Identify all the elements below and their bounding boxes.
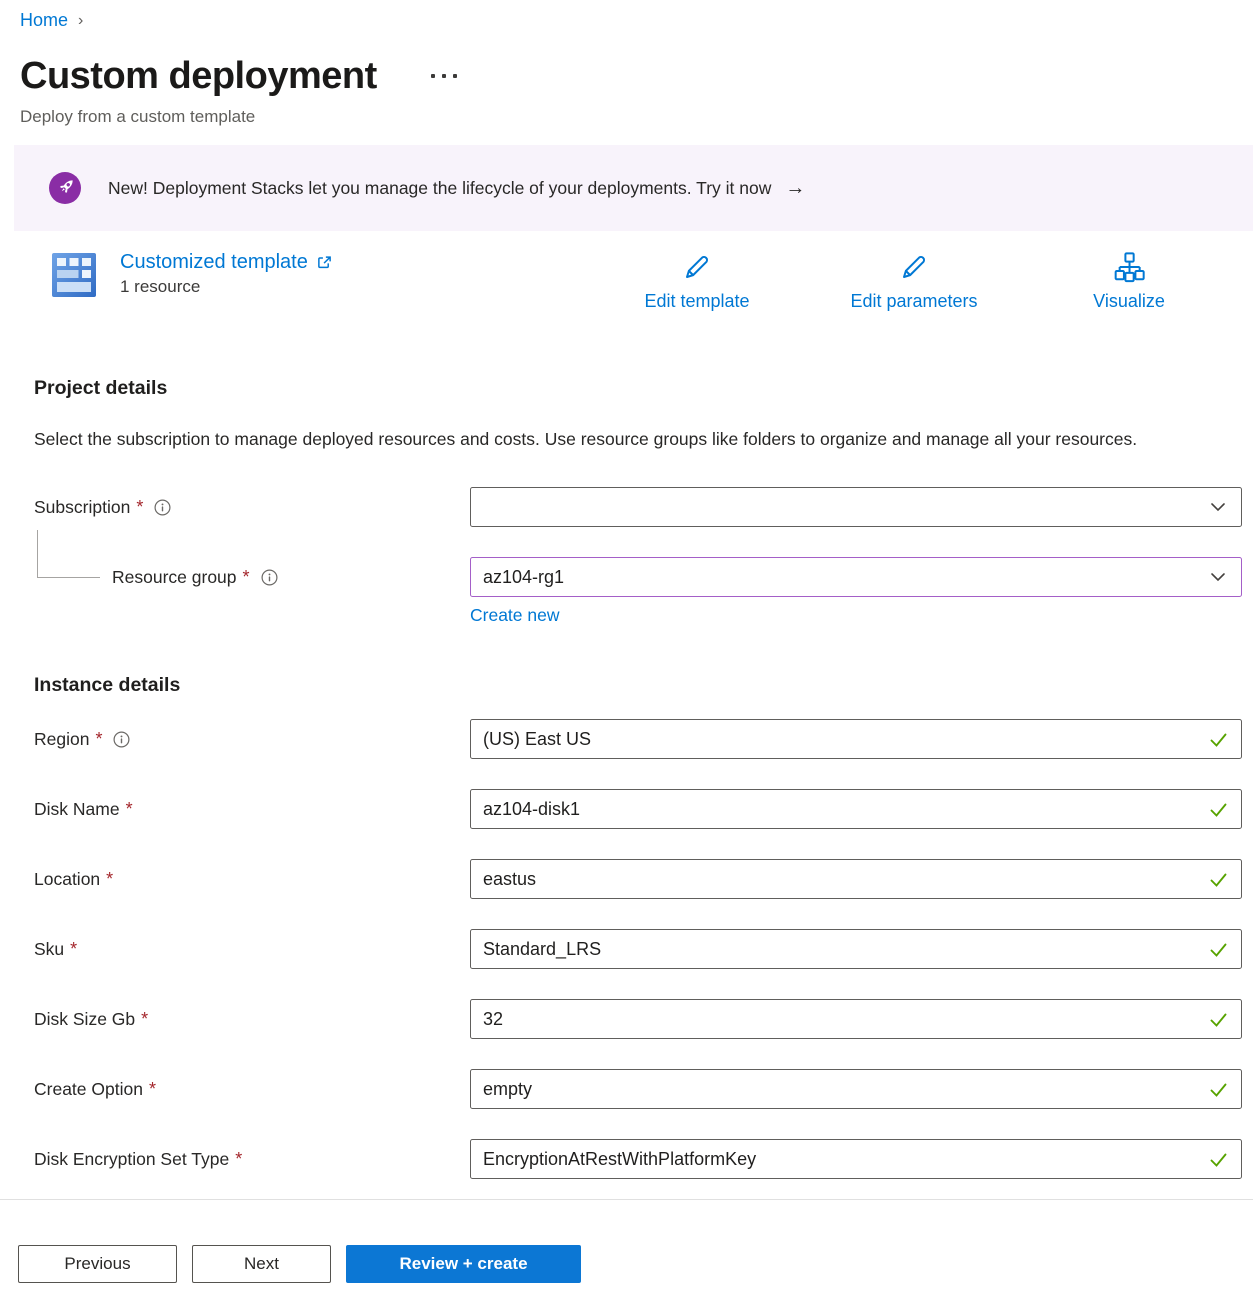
input-disk-encryption-set-type[interactable]: EncryptionAtRestWithPlatformKey <box>470 1139 1242 1179</box>
ellipsis-dot <box>442 74 446 78</box>
ellipsis-dot <box>453 74 457 78</box>
org-chart-icon <box>1113 251 1145 283</box>
field-label: Create Option <box>34 1079 143 1100</box>
info-icon[interactable] <box>113 731 130 748</box>
review-create-button[interactable]: Review + create <box>346 1245 581 1283</box>
valid-check-icon <box>1207 1078 1229 1100</box>
field-value: az104-disk1 <box>483 799 580 820</box>
required-asterisk: * <box>235 1149 242 1170</box>
rocket-icon <box>48 171 82 205</box>
resource-group-dropdown[interactable]: az104-rg1 <box>470 557 1242 597</box>
edit-template-button[interactable]: Edit template <box>597 251 797 312</box>
subscription-label: Subscription <box>34 497 130 518</box>
ellipsis-dot <box>431 74 435 78</box>
chevron-down-icon <box>1207 566 1229 588</box>
pencil-icon <box>898 251 930 283</box>
input-region[interactable]: (US) East US <box>470 719 1242 759</box>
field-row-disk-size-gb: Disk Size Gb * 32 <box>34 999 1253 1039</box>
customized-template-label: Customized template <box>120 251 308 274</box>
field-value: EncryptionAtRestWithPlatformKey <box>483 1149 756 1170</box>
valid-check-icon <box>1207 1148 1229 1170</box>
valid-check-icon <box>1207 798 1229 820</box>
template-icon <box>50 251 98 299</box>
breadcrumb: Home › <box>20 10 1253 31</box>
valid-check-icon <box>1207 1008 1229 1030</box>
input-sku[interactable]: Standard_LRS <box>470 929 1242 969</box>
field-row-region: Region * (US) East US <box>34 719 1253 759</box>
input-disk-name[interactable]: az104-disk1 <box>470 789 1242 829</box>
subscription-dropdown[interactable] <box>470 487 1242 527</box>
field-row-sku: Sku * Standard_LRS <box>34 929 1253 969</box>
edit-parameters-button[interactable]: Edit parameters <box>814 251 1014 312</box>
input-location[interactable]: eastus <box>470 859 1242 899</box>
footer-bar: Previous Next Review + create <box>0 1200 1253 1290</box>
valid-check-icon <box>1207 938 1229 960</box>
edit-template-label: Edit template <box>597 291 797 312</box>
valid-check-icon <box>1207 728 1229 750</box>
external-link-icon <box>316 254 333 271</box>
visualize-button[interactable]: Visualize <box>1029 251 1229 312</box>
field-value: eastus <box>483 869 536 890</box>
next-button[interactable]: Next <box>192 1245 331 1283</box>
required-asterisk: * <box>149 1079 156 1100</box>
visualize-label: Visualize <box>1029 291 1229 312</box>
template-bar: Customized template 1 resource Edit temp… <box>0 251 1253 309</box>
field-value: 32 <box>483 1009 503 1030</box>
required-asterisk: * <box>95 729 102 750</box>
previous-button[interactable]: Previous <box>18 1245 177 1283</box>
field-row-create-option: Create Option * empty <box>34 1069 1253 1109</box>
required-asterisk: * <box>243 567 250 588</box>
field-row-location: Location * eastus <box>34 859 1253 899</box>
instance-details-heading: Instance details <box>34 674 1253 697</box>
create-new-link[interactable]: Create new <box>470 605 560 625</box>
input-create-option[interactable]: empty <box>470 1069 1242 1109</box>
project-details-description: Select the subscription to manage deploy… <box>34 424 1184 455</box>
input-disk-size-gb[interactable]: 32 <box>470 999 1242 1039</box>
required-asterisk: * <box>136 497 143 518</box>
pencil-icon <box>681 251 713 283</box>
deployment-stacks-banner[interactable]: New! Deployment Stacks let you manage th… <box>14 145 1253 231</box>
project-details-heading: Project details <box>34 377 1253 400</box>
info-icon[interactable] <box>261 569 278 586</box>
chevron-down-icon <box>1207 496 1229 518</box>
required-asterisk: * <box>106 869 113 890</box>
field-label: Region <box>34 729 89 750</box>
resource-group-label: Resource group <box>112 567 237 588</box>
page-subtitle: Deploy from a custom template <box>20 107 1253 127</box>
customized-template-link[interactable]: Customized template <box>120 251 333 274</box>
field-label: Disk Name <box>34 799 120 820</box>
field-value: (US) East US <box>483 729 591 750</box>
field-value: Standard_LRS <box>483 939 601 960</box>
field-row-disk-encryption-set-type: Disk Encryption Set Type * EncryptionAtR… <box>34 1139 1253 1179</box>
required-asterisk: * <box>126 799 133 820</box>
field-label: Location <box>34 869 100 890</box>
field-label: Disk Encryption Set Type <box>34 1149 229 1170</box>
more-menu-button[interactable] <box>425 68 463 84</box>
valid-check-icon <box>1207 868 1229 890</box>
field-label: Sku <box>34 939 64 960</box>
page-title: Custom deployment <box>20 55 377 98</box>
breadcrumb-home-link[interactable]: Home <box>20 10 68 31</box>
info-icon[interactable] <box>154 499 171 516</box>
edit-parameters-label: Edit parameters <box>814 291 1014 312</box>
field-row-resource-group: Resource group * az104-rg1 <box>34 557 1253 597</box>
banner-message: New! Deployment Stacks let you manage th… <box>108 178 771 199</box>
field-label: Disk Size Gb <box>34 1009 135 1030</box>
field-row-subscription: Subscription * <box>34 487 1253 527</box>
arrow-right-icon: → <box>785 177 805 200</box>
resource-group-value: az104-rg1 <box>483 567 564 588</box>
field-value: empty <box>483 1079 532 1100</box>
field-row-disk-name: Disk Name * az104-disk1 <box>34 789 1253 829</box>
resource-count: 1 resource <box>120 277 333 297</box>
required-asterisk: * <box>70 939 77 960</box>
required-asterisk: * <box>141 1009 148 1030</box>
breadcrumb-chevron-icon: › <box>78 12 83 30</box>
